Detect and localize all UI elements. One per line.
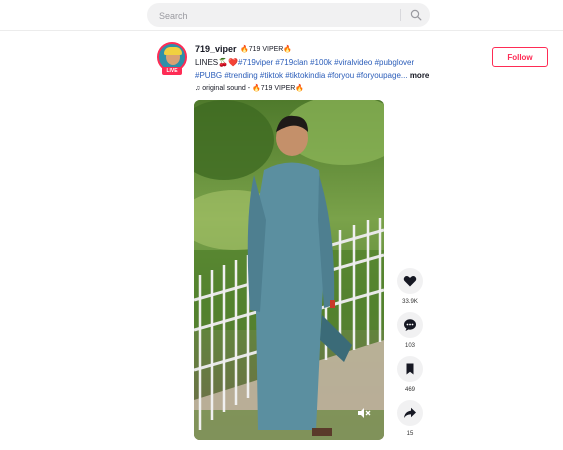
- author-nickname: 🔥719 VIPER🔥: [240, 46, 293, 53]
- save-count: 469: [404, 387, 415, 393]
- caption-more-link[interactable]: more: [410, 71, 430, 80]
- author-username[interactable]: 719_viper: [195, 44, 237, 54]
- video-frame-image: [194, 100, 384, 440]
- search-input[interactable]: [157, 6, 391, 26]
- volume-muted-icon: [358, 408, 371, 418]
- like-count: 33.9K: [402, 299, 418, 305]
- hashtag-links-1[interactable]: #719viper #719clan #100k #viralvideo #pu…: [238, 58, 414, 67]
- share-icon: [404, 407, 416, 418]
- save-action: 469: [396, 356, 424, 394]
- mute-button[interactable]: [354, 405, 374, 421]
- caption-text: LINES🍒❤️: [195, 58, 239, 67]
- caption-line-1: LINES🍒❤️#719viper #719clan #100k #viralv…: [195, 58, 414, 67]
- heart-icon: [403, 275, 417, 287]
- search-icon: [410, 9, 422, 21]
- avatar-cap: [164, 47, 182, 55]
- like-action: 33.9K: [396, 268, 424, 306]
- share-count: 15: [406, 431, 414, 437]
- share-button[interactable]: [397, 400, 423, 426]
- caption-line-2: #PUBG #trending #tiktok #tiktokindia #fo…: [195, 71, 429, 80]
- comment-button[interactable]: [397, 312, 423, 338]
- live-badge[interactable]: LIVE: [162, 67, 182, 75]
- comment-count: 103: [404, 343, 415, 349]
- top-bar: [0, 0, 563, 31]
- save-button[interactable]: [397, 356, 423, 382]
- search-bar: [147, 3, 430, 27]
- like-button[interactable]: [397, 268, 423, 294]
- bookmark-icon: [406, 363, 414, 375]
- comment-action: 103: [396, 312, 424, 350]
- follow-button[interactable]: Follow: [492, 47, 548, 67]
- share-action: 15: [396, 400, 424, 438]
- sound-link[interactable]: ♫ original sound - 🔥719 VIPER🔥: [195, 84, 304, 92]
- video-player[interactable]: [194, 100, 384, 440]
- search-divider: [400, 9, 401, 21]
- comment-icon: [404, 319, 416, 331]
- hashtag-links-2[interactable]: #PUBG #trending #tiktok #tiktokindia #fo…: [195, 71, 408, 80]
- search-button[interactable]: [400, 3, 430, 27]
